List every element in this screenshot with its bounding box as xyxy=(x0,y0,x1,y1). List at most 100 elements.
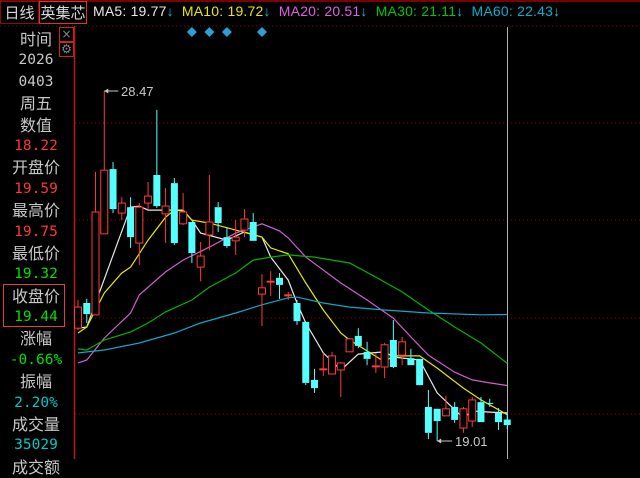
candle xyxy=(451,402,459,423)
candle-body xyxy=(380,344,389,368)
candle-body xyxy=(293,302,301,322)
candle-body xyxy=(214,207,222,224)
candle-body xyxy=(144,195,153,204)
candle xyxy=(503,413,511,430)
candle xyxy=(249,213,257,241)
candle xyxy=(311,368,319,393)
signal-marker-icon xyxy=(221,27,232,37)
candle-body xyxy=(328,355,337,375)
candle xyxy=(117,197,126,221)
candle-body xyxy=(127,207,135,238)
candle-body xyxy=(240,218,249,231)
candle-body xyxy=(451,406,459,420)
candle-body xyxy=(441,408,450,417)
candle-body xyxy=(153,174,161,207)
candle-body xyxy=(311,379,319,389)
signal-marker-icon xyxy=(186,27,197,37)
candle xyxy=(153,109,161,208)
candle-body xyxy=(354,335,362,346)
candle xyxy=(266,271,275,296)
candle xyxy=(74,300,82,331)
candle-body xyxy=(398,341,407,356)
candle-body xyxy=(459,408,468,429)
candle-body xyxy=(83,302,91,315)
candle-body xyxy=(117,202,126,214)
candle-body xyxy=(424,406,432,433)
candle-body xyxy=(284,294,293,297)
candle xyxy=(205,174,214,251)
signal-marker-icon xyxy=(256,27,267,37)
candle-body xyxy=(91,211,100,316)
candle-body xyxy=(249,221,257,241)
candle-body xyxy=(135,206,144,244)
candle-body xyxy=(231,236,240,242)
ma60-line xyxy=(77,296,508,354)
candle-body xyxy=(161,205,170,215)
candle xyxy=(179,193,188,225)
candle xyxy=(223,227,231,248)
candle-body xyxy=(257,287,266,295)
candle-body xyxy=(302,321,310,383)
candle xyxy=(389,320,397,369)
ma30-line xyxy=(77,254,508,364)
candle xyxy=(433,408,441,441)
candle xyxy=(416,358,424,386)
candle xyxy=(371,352,380,373)
arrow-left-icon xyxy=(104,88,109,94)
candle-body xyxy=(486,402,494,404)
candle xyxy=(91,172,100,316)
candle xyxy=(196,241,205,282)
candle xyxy=(275,273,283,299)
candlestick-chart[interactable]: 28.47 19.01 xyxy=(0,0,640,459)
candle xyxy=(135,203,144,265)
candle xyxy=(231,220,240,255)
candle-body xyxy=(494,412,502,423)
candle xyxy=(468,396,477,427)
candle xyxy=(328,351,337,375)
arrow-left-icon xyxy=(437,438,442,444)
candle xyxy=(336,361,345,397)
candle xyxy=(424,389,432,440)
candle xyxy=(459,406,468,433)
candle xyxy=(109,162,117,214)
candles xyxy=(74,91,511,441)
candle-body xyxy=(363,351,371,359)
candle-body xyxy=(319,368,328,371)
candle-body xyxy=(416,358,424,386)
candle xyxy=(293,300,301,325)
candle-body xyxy=(468,399,477,422)
candle xyxy=(319,352,328,376)
candle xyxy=(407,348,415,366)
candle xyxy=(345,338,354,353)
candle-body xyxy=(407,358,415,366)
markers xyxy=(104,27,453,444)
candle xyxy=(354,328,362,349)
candle-body xyxy=(205,221,214,236)
signal-marker-icon xyxy=(204,27,215,37)
candle xyxy=(363,341,371,366)
candle xyxy=(170,177,178,245)
candle-body xyxy=(109,169,117,210)
candle-body xyxy=(275,277,283,285)
candle xyxy=(214,201,222,232)
candle-body xyxy=(345,338,354,353)
candle-body xyxy=(336,362,345,371)
candle xyxy=(302,321,310,386)
candle xyxy=(144,182,153,211)
candle-body xyxy=(477,402,485,423)
candle xyxy=(380,342,389,379)
candle-body xyxy=(196,255,205,268)
candle xyxy=(100,91,109,235)
candle-body xyxy=(100,169,109,235)
amount-label: 成交额 xyxy=(11,457,60,477)
candle-body xyxy=(170,183,178,244)
candle-body xyxy=(223,237,231,247)
max-price-label: 28.47 xyxy=(121,84,154,99)
candle xyxy=(398,337,407,366)
candle-body xyxy=(503,419,511,426)
candle-body xyxy=(179,211,188,225)
candle-body xyxy=(389,339,397,367)
min-price-label: 19.01 xyxy=(455,434,488,449)
candle-body xyxy=(371,365,380,368)
candle-body xyxy=(188,221,196,254)
